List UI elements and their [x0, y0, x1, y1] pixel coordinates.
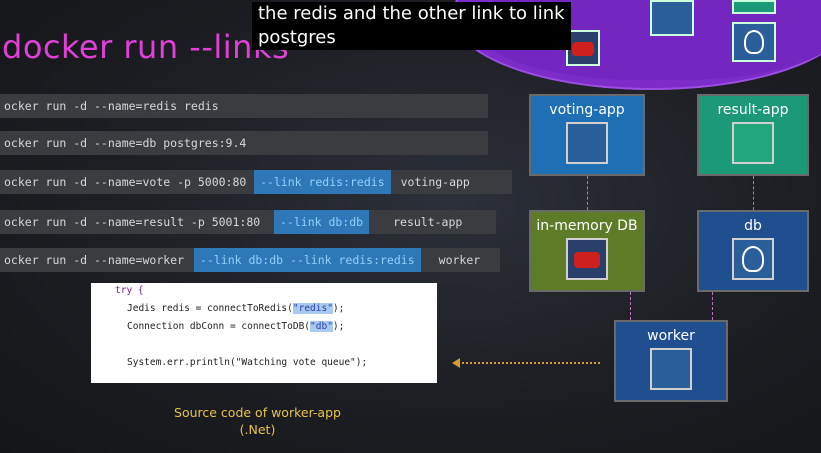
- link-flag: --link redis:redis: [254, 170, 391, 194]
- postgres-icon: [732, 22, 776, 62]
- postgres-icon: [732, 238, 774, 280]
- node-in-memory-db: in-memory DB: [529, 210, 645, 292]
- code-line: System.err.println("Watching vote queue"…: [127, 357, 368, 368]
- video-subtitle: the redis and the other link to link pos…: [252, 2, 571, 50]
- code-caption: Source code of worker-app (.Net): [174, 405, 341, 437]
- node-db: db: [697, 210, 809, 292]
- node-result-app: result-app: [697, 94, 809, 176]
- arrow-vote-to-redis: [587, 176, 588, 210]
- command-text: ocker run -d --name=db postgres:9.4: [4, 136, 247, 150]
- worker-icon: [650, 348, 692, 390]
- slide-title: docker run --links: [2, 28, 290, 66]
- redis-icon: [566, 30, 600, 66]
- redis-icon: [566, 238, 608, 280]
- arrow-code-to-worker: [458, 362, 600, 364]
- arrow-result-to-db: [753, 176, 754, 210]
- worker-icon: [650, 0, 694, 36]
- code-line: Jedis redis = connectToRedis("redis");: [127, 303, 345, 314]
- python-icon: [566, 122, 608, 164]
- arrow-worker-to-db: [712, 292, 713, 320]
- command-text: ocker run -d --name=redis redis: [4, 99, 219, 113]
- link-flag: --link db:db --link redis:redis: [194, 248, 421, 272]
- node-worker: worker: [614, 320, 728, 402]
- link-flag: --link db:db: [274, 210, 370, 234]
- worker-source-code: try { Jedis redis = connectToRedis("redi…: [91, 283, 437, 383]
- command-redis: ocker run -d --name=redis redis: [0, 94, 488, 118]
- node-voting-app: voting-app: [529, 94, 645, 176]
- image-name: voting-app: [400, 175, 470, 189]
- command-db: ocker run -d --name=db postgres:9.4: [0, 131, 488, 155]
- code-line: try {: [115, 285, 144, 296]
- nodejs-icon: [732, 0, 776, 14]
- command-text: ocker run -d --name=worker: [4, 253, 185, 267]
- arrow-worker-to-redis: [630, 292, 631, 320]
- command-text: ocker run -d --name=result -p 5001:80: [4, 215, 261, 229]
- command-text: ocker run -d --name=vote -p 5000:80: [4, 175, 247, 189]
- command-worker: ocker run -d --name=worker --link db:db …: [0, 248, 500, 272]
- arrow-head: [452, 358, 460, 368]
- code-line: Connection dbConn = connectToDB("db");: [127, 321, 345, 332]
- command-vote: ocker run -d --name=vote -p 5000:80 --li…: [0, 170, 512, 194]
- nodejs-icon: [732, 122, 774, 164]
- image-name: worker: [438, 253, 481, 267]
- image-name: result-app: [393, 215, 463, 229]
- command-result: ocker run -d --name=result -p 5001:80 --…: [0, 210, 496, 234]
